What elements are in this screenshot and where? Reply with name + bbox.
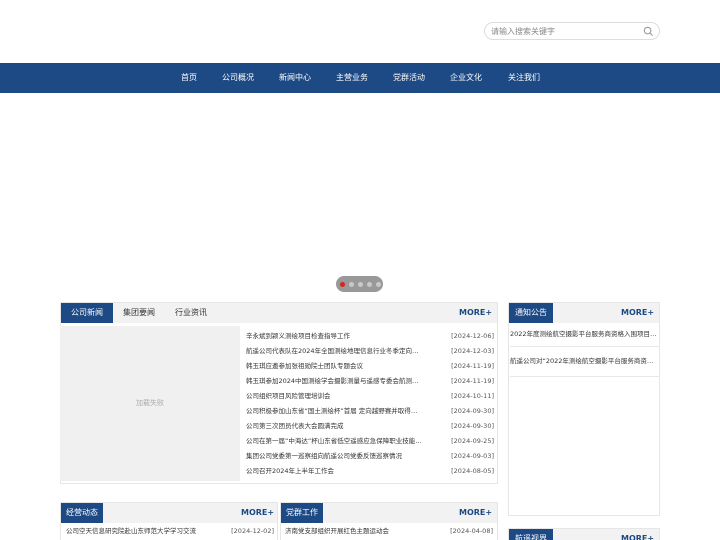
party-item[interactable]: 济南党支部组织开展红色主题运动会 [2024-04-08] [285, 524, 493, 538]
divider [510, 376, 660, 377]
news-item[interactable]: 公司第三次团员代表大会圆满完成 [2024-09-30] [246, 419, 494, 434]
business-tabbar: 经营动态 MORE+ [61, 503, 277, 523]
news-title: 公司召开2024年上半年工作会 [246, 467, 335, 475]
video-title[interactable]: 航遥视界 [509, 529, 553, 540]
business-more-link[interactable]: MORE+ [241, 503, 274, 523]
nav-company-overview[interactable]: 公司概况 [216, 63, 260, 93]
news-item[interactable]: 公司在第一届“中海达”杯山东省低空遥感应急保障职业技能竞赛中获奖 [2024-09… [246, 434, 494, 449]
news-date: [2024-09-03] [451, 452, 494, 460]
video-more-link[interactable]: MORE+ [621, 529, 654, 540]
main-nav: 首页 公司概况 新闻中心 主营业务 党群活动 企业文化 关注我们 [0, 63, 720, 93]
news-title: 航遥公司代表队在2024年全国测绘地理信息行业冬季定向越野赛中获佳绩 [246, 347, 422, 355]
news-title: 韩玉琪参加2024中国测绘学会摄影测量与遥感专委会航测学术年会 [246, 377, 422, 385]
notice-more-link[interactable]: MORE+ [621, 303, 654, 323]
slider-dot[interactable] [358, 282, 363, 287]
slider-dot[interactable] [340, 282, 345, 287]
news-title: 韩玉琪应邀参加张祖勋院士团队专题会议 [246, 362, 363, 370]
nav-corporate-culture[interactable]: 企业文化 [444, 63, 488, 93]
news-date: [2024-11-19] [451, 362, 494, 370]
slider-dot[interactable] [349, 282, 354, 287]
news-date: [2024-12-06] [451, 332, 494, 340]
party-more-link[interactable]: MORE+ [459, 503, 492, 523]
banner-slider [0, 93, 720, 300]
news-item[interactable]: 公司召开2024年上半年工作会 [2024-08-05] [246, 464, 494, 479]
nav-home[interactable]: 首页 [168, 63, 210, 93]
news-item[interactable]: 韩玉琪应邀参加张祖勋院士团队专题会议 [2024-11-19] [246, 359, 494, 374]
video-panel: 航遥视界 MORE+ [508, 528, 660, 540]
party-title[interactable]: 党群工作 [281, 503, 323, 523]
nav-party-activities[interactable]: 党群活动 [387, 63, 431, 93]
nav-main-business[interactable]: 主营业务 [330, 63, 374, 93]
news-item[interactable]: 航遥公司代表队在2024年全国测绘地理信息行业冬季定向越野赛中获佳绩 [2024-… [246, 344, 494, 359]
nav-news-center[interactable]: 新闻中心 [273, 63, 317, 93]
news-image-placeholder[interactable]: 加载失败 [60, 326, 240, 481]
news-item[interactable]: 辛永斌到颍义测绘项目检查指导工作 [2024-12-06] [246, 329, 494, 344]
news-date: [2024-10-11] [451, 392, 494, 400]
news-date: [2024-09-25] [451, 437, 494, 445]
business-title[interactable]: 经营动态 [61, 503, 103, 523]
search-icon[interactable] [643, 26, 654, 37]
news-item[interactable]: 公司组织项目风险管理培训会 [2024-10-11] [246, 389, 494, 404]
divider [510, 346, 660, 347]
news-date: [2024-11-19] [451, 377, 494, 385]
search-input[interactable] [491, 25, 641, 37]
notice-item[interactable]: 航遥公司对“2022年测绘航空摄影平台服务商资格入围项目”的公告 [510, 355, 658, 367]
news-title: 公司组织项目风险管理培训会 [246, 392, 331, 400]
notice-title[interactable]: 通知公告 [509, 303, 553, 323]
notice-item[interactable]: 2022年度测绘航空摄影平台服务商资格入围项目结果公示 [510, 328, 658, 340]
news-date: [2024-12-03] [451, 347, 494, 355]
news-item[interactable]: 公司积极参加山东省“国土测绘杯”首届 定向越野赛并取得佳绩 [2024-09-30… [246, 404, 494, 419]
business-item[interactable]: 公司空天信息研究院赴山东师范大学学习交流 [2024-12-02] [66, 524, 274, 538]
slider-pagination [336, 276, 383, 292]
video-tabbar: 航遥视界 MORE+ [509, 529, 659, 540]
news-item[interactable]: 韩玉琪参加2024中国测绘学会摄影测量与遥感专委会航测学术年会 [2024-11-… [246, 374, 494, 389]
notice-tabbar: 通知公告 MORE+ [509, 303, 659, 323]
party-item-title: 济南党支部组织开展红色主题运动会 [285, 527, 389, 535]
search-box[interactable] [484, 22, 660, 40]
news-title: 公司积极参加山东省“国土测绘杯”首届 定向越野赛并取得佳绩 [246, 407, 422, 415]
news-tabbar: 公司新闻 集团要闻 行业资讯 MORE+ [61, 303, 497, 323]
news-more-link[interactable]: MORE+ [459, 303, 492, 323]
tab-company-news[interactable]: 公司新闻 [61, 303, 113, 323]
news-date: [2024-09-30] [451, 407, 494, 415]
tab-industry-news[interactable]: 行业资讯 [165, 303, 217, 323]
news-date: [2024-09-30] [451, 422, 494, 430]
news-date: [2024-08-05] [451, 467, 494, 475]
news-title: 集团公司党委第一巡察组向航遥公司党委反馈巡察情况 [246, 452, 402, 460]
party-tabbar: 党群工作 MORE+ [281, 503, 497, 523]
party-item-date: [2024-04-08] [450, 527, 493, 535]
business-item-date: [2024-12-02] [231, 527, 274, 535]
news-title: 公司在第一届“中海达”杯山东省低空遥感应急保障职业技能竞赛中获奖 [246, 437, 422, 445]
slider-dot[interactable] [376, 282, 381, 287]
business-item-title: 公司空天信息研究院赴山东师范大学学习交流 [66, 527, 196, 535]
news-title: 辛永斌到颍义测绘项目检查指导工作 [246, 332, 350, 340]
slider-dot[interactable] [367, 282, 372, 287]
nav-follow-us[interactable]: 关注我们 [502, 63, 546, 93]
news-item[interactable]: 集团公司党委第一巡察组向航遥公司党委反馈巡察情况 [2024-09-03] [246, 449, 494, 464]
tab-group-news[interactable]: 集团要闻 [115, 303, 163, 323]
news-title: 公司第三次团员代表大会圆满完成 [246, 422, 344, 430]
